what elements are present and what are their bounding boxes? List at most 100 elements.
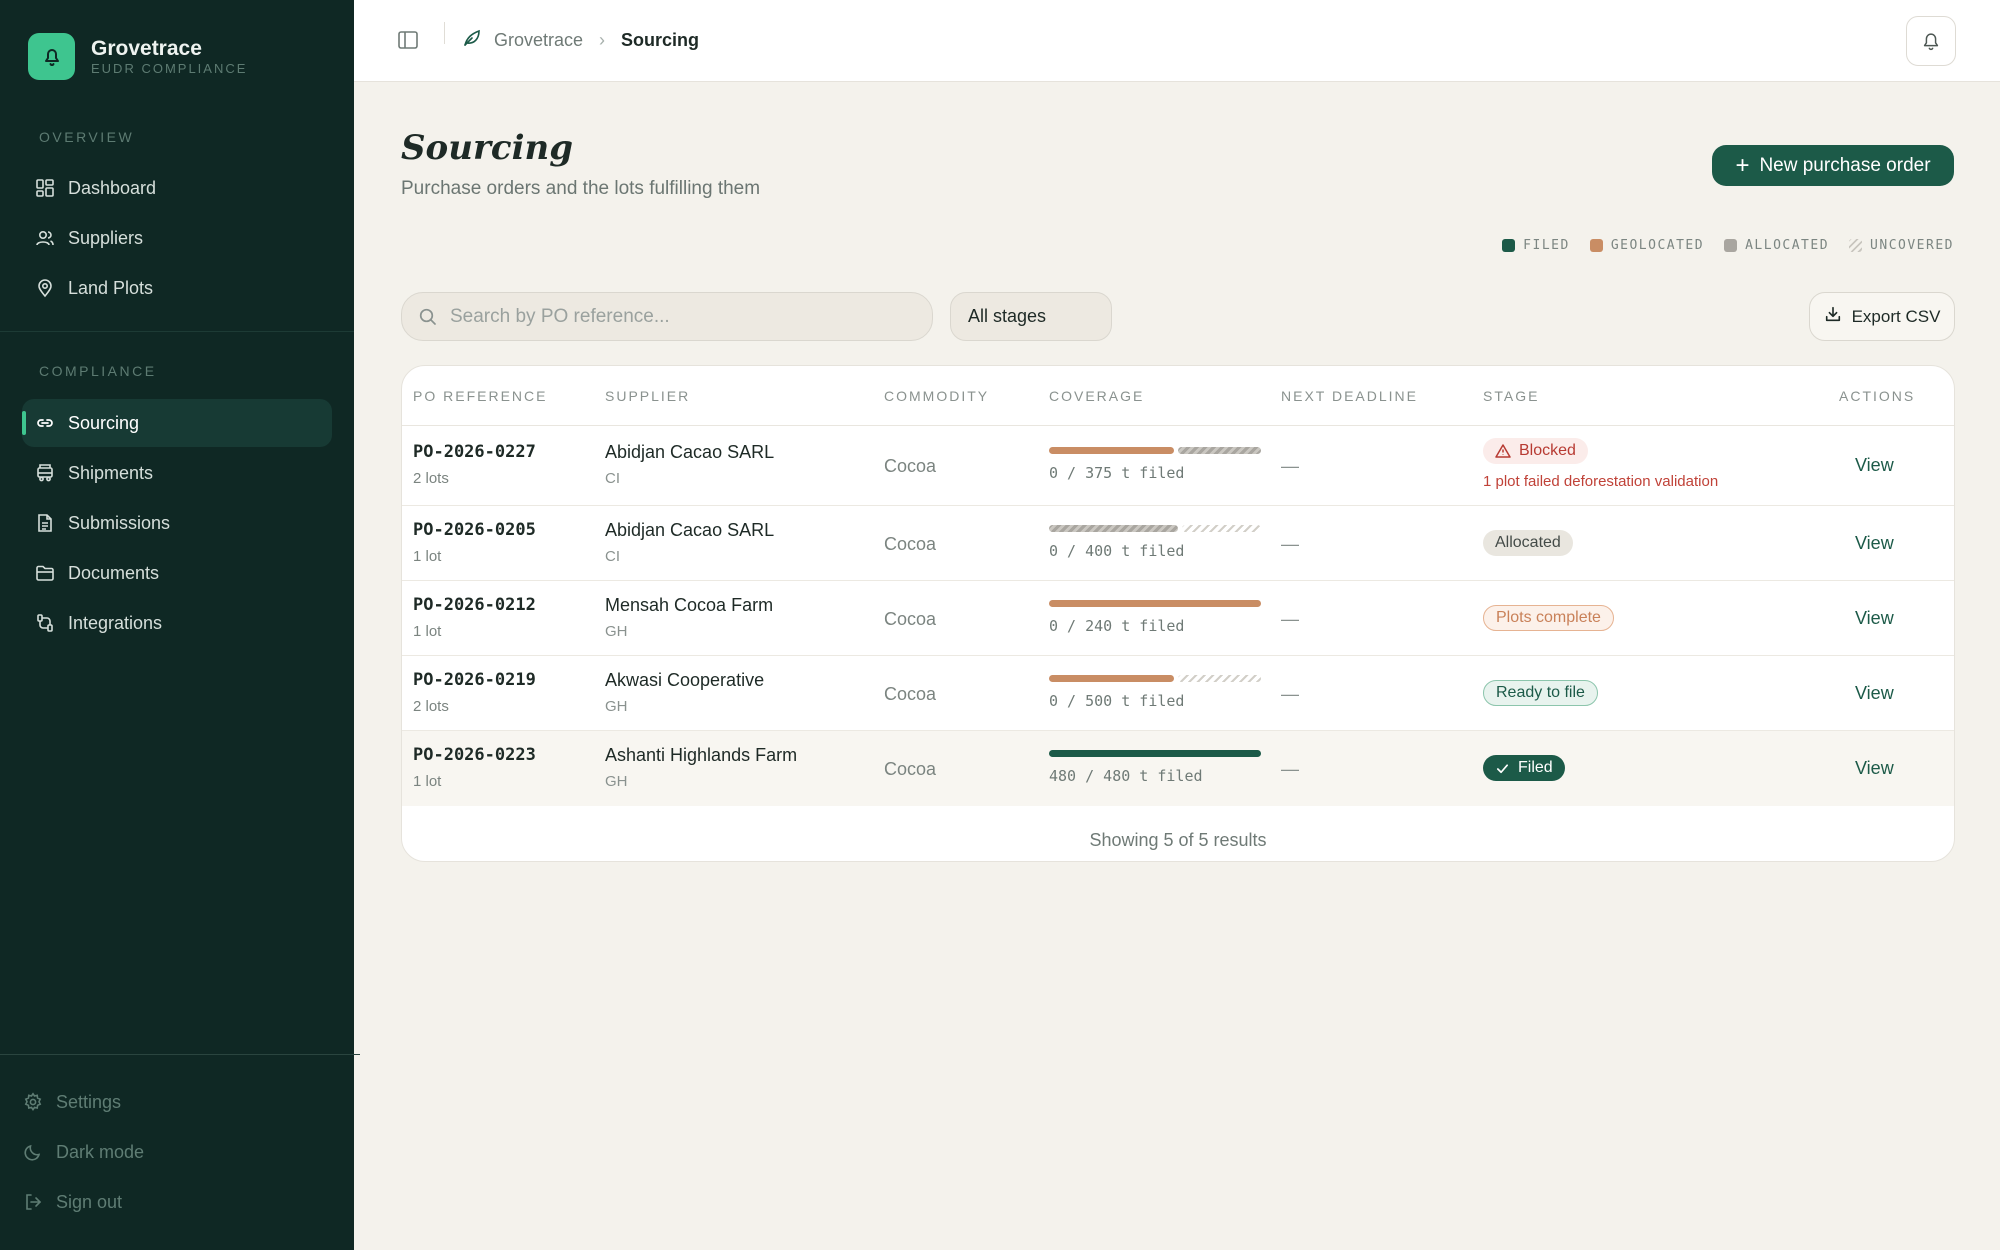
commodity: Cocoa: [884, 456, 937, 476]
sidebar-item-sourcing[interactable]: Sourcing: [22, 399, 332, 447]
coverage-segment-geolocated: [1049, 675, 1174, 682]
sidebar: Grovetrace EUDR COMPLIANCE OVERVIEW Dash…: [0, 0, 360, 1250]
status-badge-label: Blocked: [1519, 442, 1576, 459]
plus-icon: +: [1735, 151, 1750, 179]
po-reference[interactable]: PO-2026-0219: [413, 670, 536, 690]
po-reference[interactable]: PO-2026-0227: [413, 442, 536, 462]
status-badge-label: Allocated: [1495, 534, 1561, 551]
supplier-country: CI: [605, 470, 620, 487]
sidebar-item-label: Submissions: [68, 512, 171, 533]
coverage-segment-geolocated: [1049, 447, 1174, 454]
sidebar-item-shipments[interactable]: Shipments: [22, 449, 332, 497]
check-icon: [1495, 761, 1510, 776]
sidebar-item-dashboard[interactable]: Dashboard: [22, 164, 332, 212]
view-link[interactable]: View: [1855, 758, 1894, 779]
stage-filter-select[interactable]: All stages: [950, 292, 1112, 341]
breadcrumb: Grovetrace › Sourcing: [462, 28, 699, 53]
link-icon: [34, 412, 56, 434]
results-count: Showing 5 of 5 results: [1089, 830, 1267, 850]
sidebar-item-submissions[interactable]: Submissions: [22, 499, 332, 547]
commodity: Cocoa: [884, 534, 937, 554]
new-purchase-order-button[interactable]: + New purchase order: [1712, 145, 1954, 186]
sidebar-item-label: Shipments: [68, 462, 154, 483]
dark-mode-label: Dark mode: [56, 1141, 145, 1162]
po-reference[interactable]: PO-2026-0223: [413, 745, 536, 765]
supplier-country: CI: [605, 548, 620, 565]
status-badge-plots-complete: Plots complete: [1483, 605, 1614, 631]
purchase-orders-table: PO REFERENCE SUPPLIER COMMODITY COVERAGE…: [401, 365, 1955, 862]
table-row: PO-2026-0227 2 lots Abidjan Cacao SARL C…: [402, 426, 1954, 506]
settings-button[interactable]: Settings: [22, 1091, 121, 1113]
column-header-next-deadline: NEXT DEADLINE: [1281, 388, 1418, 404]
download-icon: [1824, 305, 1842, 328]
sidebar-item-label: Integrations: [68, 612, 163, 633]
sign-out-label: Sign out: [56, 1191, 123, 1212]
next-deadline: —: [1281, 684, 1299, 704]
po-reference[interactable]: PO-2026-0205: [413, 520, 536, 540]
supplier-name: Abidjan Cacao SARL: [605, 520, 775, 540]
legend-geolocated: GEOLOCATED: [1589, 238, 1705, 253]
sidebar-item-integrations[interactable]: Integrations: [22, 599, 332, 647]
coverage-bar: [1049, 525, 1261, 532]
legend-swatch: [1589, 239, 1603, 252]
bell-icon: [1923, 33, 1939, 51]
gear-icon: [22, 1091, 44, 1113]
file-text-icon: [34, 512, 56, 534]
notifications-button[interactable]: [1906, 16, 1956, 66]
view-link[interactable]: View: [1855, 533, 1894, 554]
toggle-sidebar-button[interactable]: [396, 28, 420, 52]
coverage-segment-uncovered: [1182, 525, 1261, 532]
breadcrumb-home-label: Grovetrace: [494, 30, 584, 50]
column-header-actions: ACTIONS: [1839, 388, 1916, 404]
coverage-text: 480 / 480 t filed: [1049, 767, 1203, 785]
users-icon: [34, 227, 56, 249]
map-pin-icon: [34, 277, 56, 299]
page-title: Sourcing: [401, 128, 573, 168]
folder-icon: [34, 562, 56, 584]
lot-count: 1 lot: [413, 548, 442, 565]
coverage-segment-filed: [1049, 750, 1261, 757]
view-link[interactable]: View: [1855, 455, 1894, 476]
search-input[interactable]: [450, 305, 910, 328]
sidebar-item-suppliers[interactable]: Suppliers: [22, 214, 332, 262]
lot-count: 1 lot: [413, 623, 442, 640]
sidebar-panel-icon: [398, 31, 418, 49]
page-subtitle: Purchase orders and the lots fulfilling …: [401, 178, 761, 199]
column-header-commodity: COMMODITY: [884, 388, 990, 404]
legend-uncovered: UNCOVERED: [1849, 238, 1954, 253]
view-link[interactable]: View: [1855, 608, 1894, 629]
sidebar-item-land-plots[interactable]: Land Plots: [22, 264, 332, 312]
new-purchase-order-label: New purchase order: [1759, 154, 1931, 176]
leaf-icon: [462, 28, 482, 53]
export-csv-button[interactable]: Export CSV: [1809, 292, 1955, 341]
search-icon: [419, 308, 436, 325]
bell-logo-icon: [28, 33, 75, 80]
dark-mode-toggle[interactable]: Dark mode: [22, 1141, 144, 1163]
column-header-coverage: COVERAGE: [1049, 388, 1145, 404]
view-link[interactable]: View: [1855, 683, 1894, 704]
breadcrumb-home[interactable]: Grovetrace: [462, 28, 583, 53]
sign-out-button[interactable]: Sign out: [22, 1191, 122, 1213]
supplier-name: Ashanti Highlands Farm: [605, 745, 798, 765]
next-deadline: —: [1281, 534, 1299, 554]
column-header-stage: STAGE: [1483, 388, 1540, 404]
coverage-segment-uncovered: [1178, 675, 1261, 682]
topbar: Grovetrace › Sourcing: [354, 0, 2000, 82]
nav-section-overview: OVERVIEW: [39, 129, 135, 145]
brand-name: Grovetrace: [91, 36, 202, 60]
po-reference[interactable]: PO-2026-0212: [413, 595, 536, 615]
brand[interactable]: Grovetrace EUDR COMPLIANCE: [28, 33, 247, 80]
sidebar-divider: [0, 331, 354, 332]
legend-label: GEOLOCATED: [1610, 238, 1705, 253]
supplier-country: GH: [605, 698, 628, 715]
legend-label: ALLOCATED: [1745, 238, 1830, 253]
coverage-legend: FILED GEOLOCATED ALLOCATED UNCOVERED: [1482, 238, 1954, 253]
sidebar-item-documents[interactable]: Documents: [22, 549, 332, 597]
legend-allocated: ALLOCATED: [1724, 238, 1829, 253]
settings-label: Settings: [56, 1091, 122, 1112]
sidebar-item-label: Land Plots: [68, 277, 154, 298]
legend-swatch: [1502, 239, 1516, 252]
export-csv-label: Export CSV: [1851, 306, 1941, 326]
coverage-bar: [1049, 675, 1261, 682]
lot-count: 1 lot: [413, 773, 442, 790]
